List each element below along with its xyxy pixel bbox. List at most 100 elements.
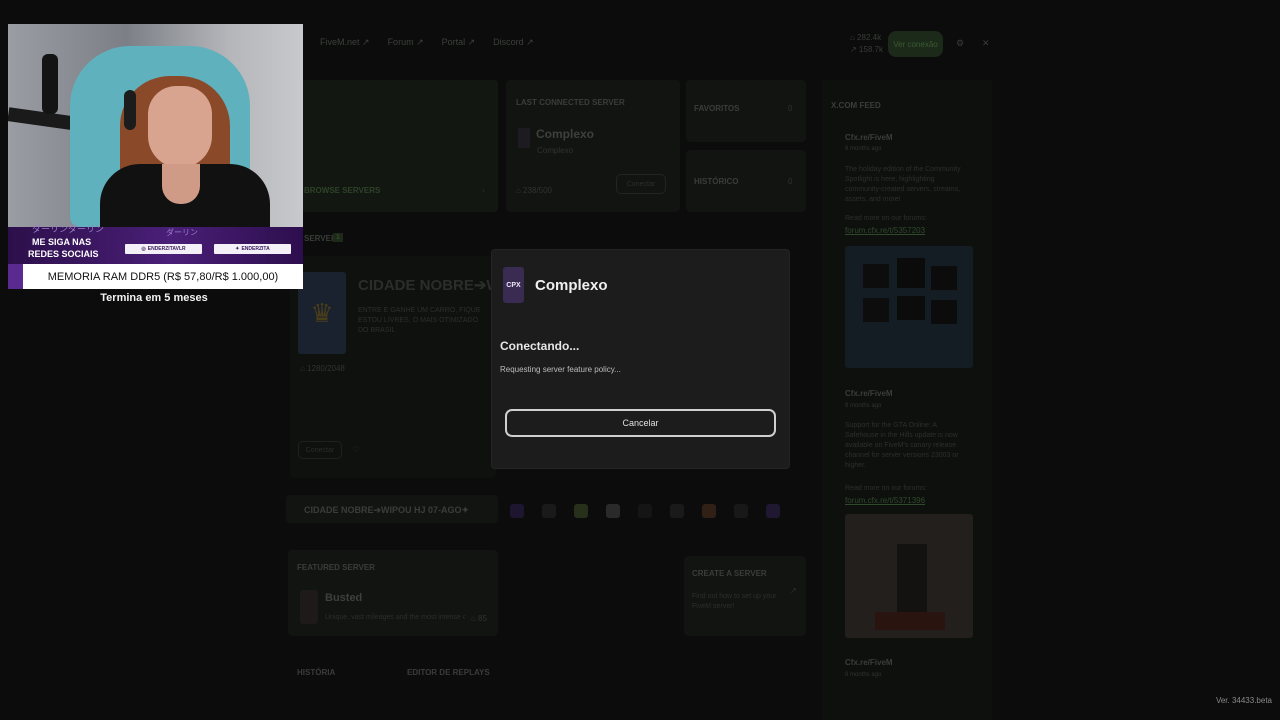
server-icon-row <box>510 502 806 520</box>
server-icon[interactable] <box>670 504 684 518</box>
history-label: HISTÓRICO <box>694 177 739 186</box>
instagram-icon: ◎ <box>141 246 146 252</box>
promo-banner: MEMORIA RAM DDR5 (R$ 57,80/R$ 1.000,00) <box>8 264 303 289</box>
version-label: Ver. 34433.beta <box>1215 696 1272 705</box>
feed-time: 8 months ago <box>845 403 882 409</box>
twitter-icon: ✦ <box>235 246 240 252</box>
server-icon[interactable] <box>638 504 652 518</box>
history-panel[interactable]: HISTÓRICO 0 <box>686 150 806 212</box>
nav-portal-link[interactable]: Portal ↗ <box>442 37 476 48</box>
stats-line-1: ⌂ 282.4k <box>850 33 882 42</box>
create-server-card[interactable]: CREATE A SERVER Find out how to set up y… <box>684 556 806 636</box>
cancel-button[interactable]: Cancelar <box>505 409 776 437</box>
face <box>148 86 212 168</box>
japanese-deco: ダーリンダーリン <box>32 224 105 234</box>
favorites-label: FAVORITOS <box>694 104 740 113</box>
image-car <box>875 612 945 630</box>
image-thumb <box>863 264 889 288</box>
neck <box>162 164 200 204</box>
server-icon[interactable] <box>766 504 780 518</box>
featured-server-card[interactable]: FEATURED SERVER Busted Unique, vast mile… <box>288 550 498 636</box>
image-figure <box>897 544 927 614</box>
connection-status: Conectando... <box>500 339 580 353</box>
modal-server-name: Complexo <box>535 277 608 294</box>
feed-author: Cfx.re/FiveM <box>845 658 893 667</box>
news-feed: X.COM FEED Cfx.re/FiveM 8 months ago The… <box>822 80 992 720</box>
stats-line-2: ↗ 158.7k <box>850 45 883 54</box>
twitter-handle: ENDERZITA <box>241 246 270 252</box>
server-icon[interactable] <box>702 504 716 518</box>
feed-text: The holiday edition of the Community Spo… <box>845 166 961 203</box>
promo-countdown: Termina em 5 meses <box>100 292 208 304</box>
create-server-label: CREATE A SERVER <box>692 569 767 578</box>
servers-count-badge: 1 <box>333 233 343 242</box>
server-icon[interactable] <box>574 504 588 518</box>
heart-icon[interactable]: ♡ <box>352 445 359 454</box>
feed-time: 8 months ago <box>845 672 882 678</box>
browse-servers-panel[interactable]: BROWSE SERVERS › <box>300 80 498 212</box>
chevron-right-icon: › <box>482 186 485 195</box>
server-icon[interactable] <box>606 504 620 518</box>
last-server-subtitle: Complexo <box>537 146 574 155</box>
server-icon[interactable] <box>542 504 556 518</box>
settings-icon[interactable]: ⚙ <box>956 38 966 48</box>
feed-text: Support for the GTA Online: A Safehouse … <box>845 422 959 469</box>
connecting-modal: CPX Complexo Conectando... Requesting se… <box>491 249 790 469</box>
instagram-handle: ENDERZITAVLR <box>147 246 186 252</box>
featured-server-label: FEATURED SERVER <box>297 563 375 572</box>
nav-forum-link[interactable]: Forum ↗ <box>388 37 424 48</box>
tab-history[interactable]: HISTÓRIA <box>297 668 335 677</box>
favorites-count: 0 <box>788 104 793 113</box>
twitter-handle-chip: ✦ ENDERZITA <box>214 244 291 254</box>
image-thumb <box>931 266 957 290</box>
image-thumb <box>897 258 925 288</box>
image-thumb <box>863 298 889 322</box>
feed-image-safehouse[interactable] <box>845 514 973 638</box>
promoted-server-card[interactable]: ♛ CIDADE NOBRE➔WIPOU ENTRE E GANHE UM CA… <box>290 256 537 478</box>
feed-link-label: Read more on our forums: <box>845 215 927 222</box>
last-server-connect-button[interactable]: Conectar <box>616 174 666 194</box>
webcam-feed <box>8 24 303 227</box>
headset <box>124 90 136 130</box>
nav-discord-link[interactable]: Discord ↗ <box>493 37 534 48</box>
server-logo-icon <box>518 128 530 148</box>
last-server-players: ⌂ 238/500 <box>516 186 552 195</box>
feed-link[interactable]: forum.cfx.re/t/5357203 <box>845 226 925 235</box>
nav-fivem-link[interactable]: FiveM.net ↗ <box>320 37 370 48</box>
feed-author: Cfx.re/FiveM <box>845 389 893 398</box>
promoted-connect-button[interactable]: Conectar <box>298 441 342 459</box>
browse-servers-label: BROWSE SERVERS <box>304 186 381 195</box>
last-connected-header: LAST CONNECTED SERVER <box>516 98 625 107</box>
server-logo: CPX <box>503 267 524 303</box>
social-banner: ダーリンダーリン ダーリン ME SIGA NAS REDES SOCIAIS … <box>8 224 303 264</box>
featured-server-logo <box>300 590 318 624</box>
server-strip[interactable]: CIDADE NOBRE➔WIPOU HJ 07-AGO✦ <box>286 495 498 523</box>
create-server-desc: Find out how to set up your FiveM server… <box>692 593 777 610</box>
image-thumb <box>931 300 957 324</box>
close-icon[interactable]: ✕ <box>982 38 992 48</box>
image-thumb <box>897 296 925 320</box>
last-connected-panel: LAST CONNECTED SERVER Complexo Complexo … <box>506 80 680 212</box>
favorites-panel[interactable]: FAVORITOS 0 <box>686 80 806 142</box>
server-strip-name: CIDADE NOBRE➔WIPOU HJ 07-AGO✦ <box>304 505 470 515</box>
feed-link[interactable]: forum.cfx.re/t/5371396 <box>845 496 925 505</box>
featured-server-desc: Unique, vast mileages and the most inten… <box>325 614 465 621</box>
promoted-server-players: ⌂ 1280/2048 <box>300 364 345 373</box>
instagram-handle-chip: ◎ ENDERZITAVLR <box>125 244 202 254</box>
promoted-server-desc: ENTRE E GANHE UM CARRO, FIQUE ESTOU LIVR… <box>358 307 481 334</box>
feed-link-label: Read more on our forums: <box>845 485 927 492</box>
connect-button[interactable]: Ver conexão <box>888 31 943 57</box>
server-icon[interactable] <box>734 504 748 518</box>
connection-substatus: Requesting server feature policy... <box>500 365 621 374</box>
top-nav: FiveM.net ↗ Forum ↗ Portal ↗ Discord ↗ <box>320 37 534 48</box>
server-icon[interactable] <box>510 504 524 518</box>
crown-logo: ♛ <box>298 272 346 354</box>
tab-replays[interactable]: EDITOR DE REPLAYS <box>407 668 490 677</box>
follow-me-title: ME SIGA NAS REDES SOCIAIS <box>28 236 99 260</box>
featured-server-name: Busted <box>325 592 363 604</box>
player-stats: ⌂ 282.4k ↗ 158.7k <box>850 32 883 56</box>
follow-line-1: ME SIGA NAS <box>32 237 92 247</box>
follow-line-2: REDES SOCIAIS <box>28 249 99 259</box>
feed-image-spotlight[interactable] <box>845 246 973 368</box>
featured-server-players: ⌂ 85 <box>471 614 487 623</box>
